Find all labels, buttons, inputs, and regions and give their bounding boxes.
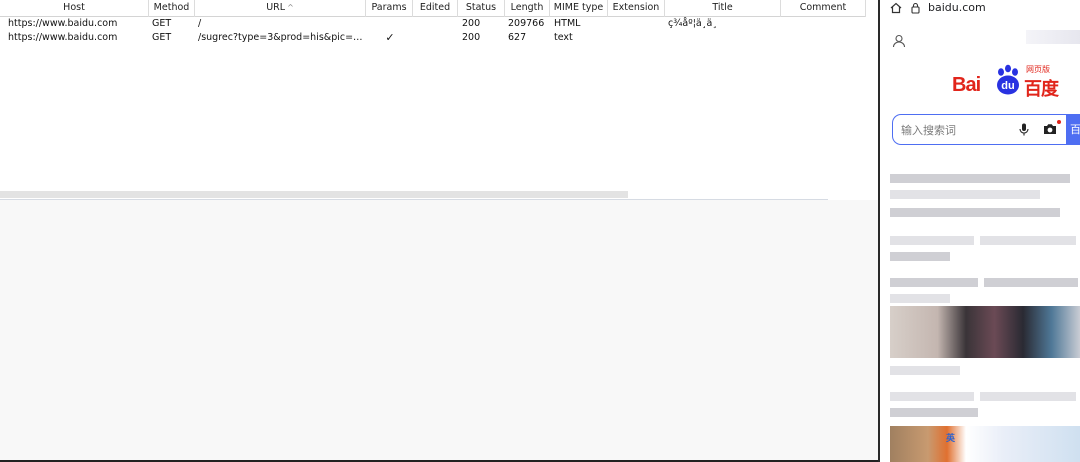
column-header-method[interactable]: Method xyxy=(149,0,195,17)
notification-dot xyxy=(1057,120,1061,124)
table-row[interactable]: https://www.baidu.com GET /sugrec?type=3… xyxy=(0,31,866,45)
mobile-browser-pane: baidu.com Bai du 百度 网页版 输入搜索词 百度一下 xyxy=(878,0,1080,462)
cell-url: /sugrec?type=3&prod=his&pic=1&fr... xyxy=(198,32,364,43)
cell-params xyxy=(370,17,410,31)
microphone-icon[interactable] xyxy=(1019,123,1029,136)
column-header-title[interactable]: Title xyxy=(665,0,781,17)
blurred-feed-line xyxy=(890,366,960,375)
blurred-banner xyxy=(1026,30,1080,44)
blurred-feed-line xyxy=(890,190,1040,199)
blurred-feed-line xyxy=(890,208,1060,217)
cell-length: 627 xyxy=(508,32,527,43)
home-icon[interactable] xyxy=(890,2,902,14)
search-placeholder: 输入搜索词 xyxy=(901,124,956,137)
cell-method: GET xyxy=(152,32,172,43)
news-feed[interactable] xyxy=(880,160,1080,462)
cell-comment xyxy=(784,17,864,31)
request-detail-pane xyxy=(0,200,878,462)
column-header-length[interactable]: Length xyxy=(505,0,550,17)
logo-chinese-text: 百度 xyxy=(1024,79,1059,100)
logo-tag: 网页版 xyxy=(1026,65,1050,74)
blurred-feed-image xyxy=(890,306,1080,358)
blurred-feed-line xyxy=(890,236,974,245)
cell-status: 200 xyxy=(462,18,481,29)
paw-logo-icon: du xyxy=(997,64,1019,95)
search-input[interactable]: 输入搜索词 xyxy=(892,114,1066,145)
search-button[interactable]: 百度一下 xyxy=(1066,114,1080,145)
camera-icon[interactable] xyxy=(1043,123,1057,135)
blurred-feed-line xyxy=(980,392,1076,401)
cell-params: ✓ xyxy=(385,31,395,44)
cell-mime-type: HTML xyxy=(554,18,581,29)
logo-bai-text: Bai xyxy=(952,74,981,96)
blurred-feed-line xyxy=(890,408,978,417)
cell-url: / xyxy=(198,18,202,29)
cell-edited xyxy=(416,17,456,31)
address-bar[interactable]: baidu.com xyxy=(880,0,1080,18)
column-header-url[interactable]: URL ^ xyxy=(195,0,366,17)
column-header-params[interactable]: Params xyxy=(366,0,413,17)
logo-du-text: du xyxy=(1001,80,1014,92)
cell-mime-type: text xyxy=(554,32,573,43)
blurred-feed-line xyxy=(984,278,1078,287)
column-header-mime-type[interactable]: MIME type xyxy=(550,0,608,17)
user-icon[interactable] xyxy=(892,34,906,48)
blurred-feed-image xyxy=(890,426,1080,462)
cell-status: 200 xyxy=(462,32,481,43)
blurred-feed-line xyxy=(890,278,978,287)
table-row[interactable]: https://www.baidu.com GET / 200 209766 H… xyxy=(0,17,866,31)
cell-comment xyxy=(784,31,864,45)
column-header-host[interactable]: Host xyxy=(0,0,149,17)
cell-method: GET xyxy=(152,18,172,29)
column-header-extension[interactable]: Extension xyxy=(608,0,665,17)
column-header-status[interactable]: Status xyxy=(458,0,505,17)
cell-host: https://www.baidu.com xyxy=(8,18,118,29)
http-history-pane: Host Method URL ^ Params Edited Status Le… xyxy=(0,0,878,200)
horizontal-scrollbar[interactable] xyxy=(0,191,628,198)
cell-edited xyxy=(416,31,456,45)
cell-title: ç¾åº¦ä¸ä¸ xyxy=(668,18,718,29)
cell-extension xyxy=(612,31,664,45)
feed-label: 英 xyxy=(946,434,956,444)
blurred-feed-line xyxy=(890,392,974,401)
history-table-header: Host Method URL ^ Params Edited Status Le… xyxy=(0,0,866,17)
column-header-edited[interactable]: Edited xyxy=(413,0,458,17)
sort-ascending-icon: ^ xyxy=(287,3,294,12)
cell-host: https://www.baidu.com xyxy=(8,32,118,43)
url-text[interactable]: baidu.com xyxy=(928,1,986,15)
cell-length: 209766 xyxy=(508,18,545,29)
cell-title xyxy=(668,31,778,45)
lock-icon xyxy=(911,2,920,14)
cell-extension xyxy=(612,17,664,31)
blurred-feed-line xyxy=(890,294,950,303)
blurred-feed-line xyxy=(890,252,950,261)
blurred-feed-line xyxy=(980,236,1076,245)
blurred-feed-line xyxy=(890,174,1070,183)
column-header-comment[interactable]: Comment xyxy=(781,0,866,17)
